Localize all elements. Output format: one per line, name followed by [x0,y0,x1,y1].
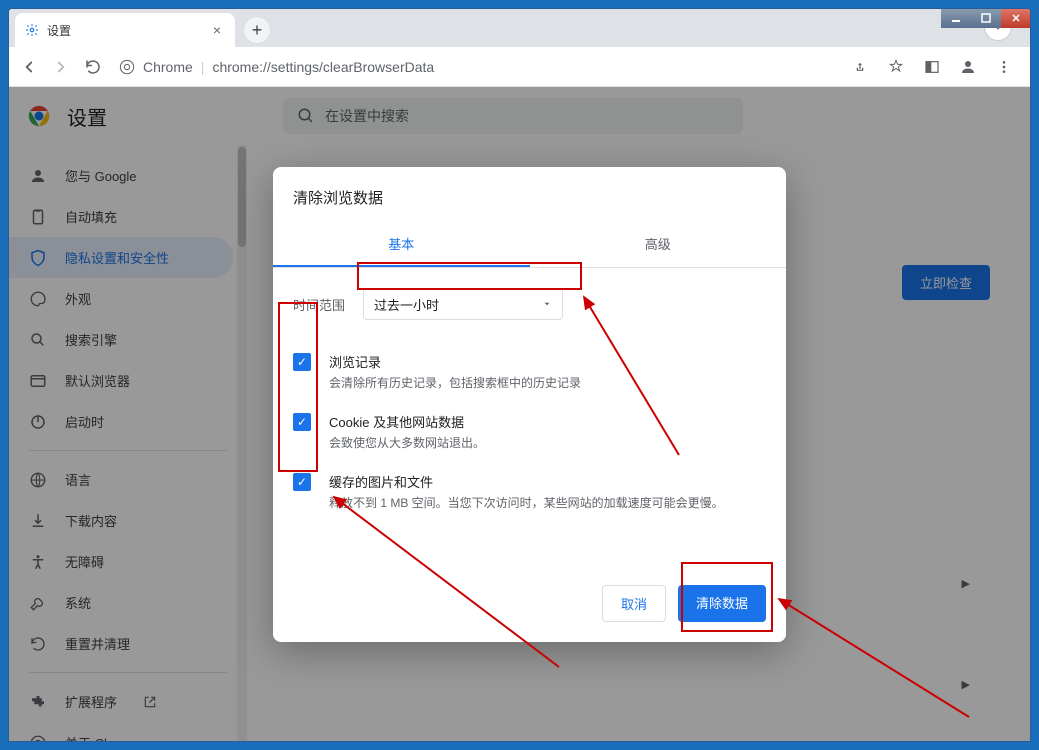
checkbox-browsing-history[interactable]: ✓ [293,353,311,371]
tab-strip: 设置 × + [9,9,1030,47]
window-controls [941,8,1031,28]
url-prefix: Chrome [143,59,193,75]
reload-button[interactable] [81,55,105,79]
bookmark-button[interactable] [884,55,908,79]
toolbar-right [848,55,1022,79]
chrome-icon [119,59,135,75]
close-button[interactable] [1001,8,1031,28]
profile-button[interactable] [956,55,980,79]
menu-button[interactable] [992,55,1016,79]
dialog-tabs: 基本 高级 [273,222,786,268]
side-panel-button[interactable] [920,55,944,79]
share-button[interactable] [848,55,872,79]
cancel-button[interactable]: 取消 [602,585,666,622]
back-button[interactable] [17,55,41,79]
browser-toolbar: Chrome | chrome://settings/clearBrowserD… [9,47,1030,87]
browser-tab[interactable]: 设置 × [15,13,235,47]
chevron-down-icon [542,299,552,309]
tab-close-button[interactable]: × [209,22,225,38]
clear-data-dialog: 清除浏览数据 基本 高级 时间范围 过去一小时 ✓ 浏览记录会清除所有历史记录，… [273,167,786,642]
time-range-label: 时间范围 [293,295,345,314]
tab-advanced[interactable]: 高级 [530,222,787,267]
page-content: 设置 在设置中搜索 您与 Google 自动填充 隐私设置和安全性 外观 搜索引… [9,87,1030,741]
dialog-title: 清除浏览数据 [273,167,786,222]
time-range-select[interactable]: 过去一小时 [363,288,563,320]
maximize-button[interactable] [971,8,1001,28]
gear-icon [25,23,39,37]
forward-button[interactable] [49,55,73,79]
clear-data-button[interactable]: 清除数据 [678,585,766,622]
new-tab-button[interactable]: + [243,16,271,44]
browser-window: 设置 × + Chrome | chrome://settings/clearB… [8,8,1031,742]
time-range-value: 过去一小时 [374,295,439,314]
tab-title: 设置 [47,22,71,39]
url-bar[interactable]: Chrome | chrome://settings/clearBrowserD… [113,59,840,75]
url-path: chrome://settings/clearBrowserData [212,59,434,75]
minimize-button[interactable] [941,8,971,28]
tab-basic[interactable]: 基本 [273,222,530,267]
checkbox-cookies[interactable]: ✓ [293,413,311,431]
checkbox-cache[interactable]: ✓ [293,473,311,491]
